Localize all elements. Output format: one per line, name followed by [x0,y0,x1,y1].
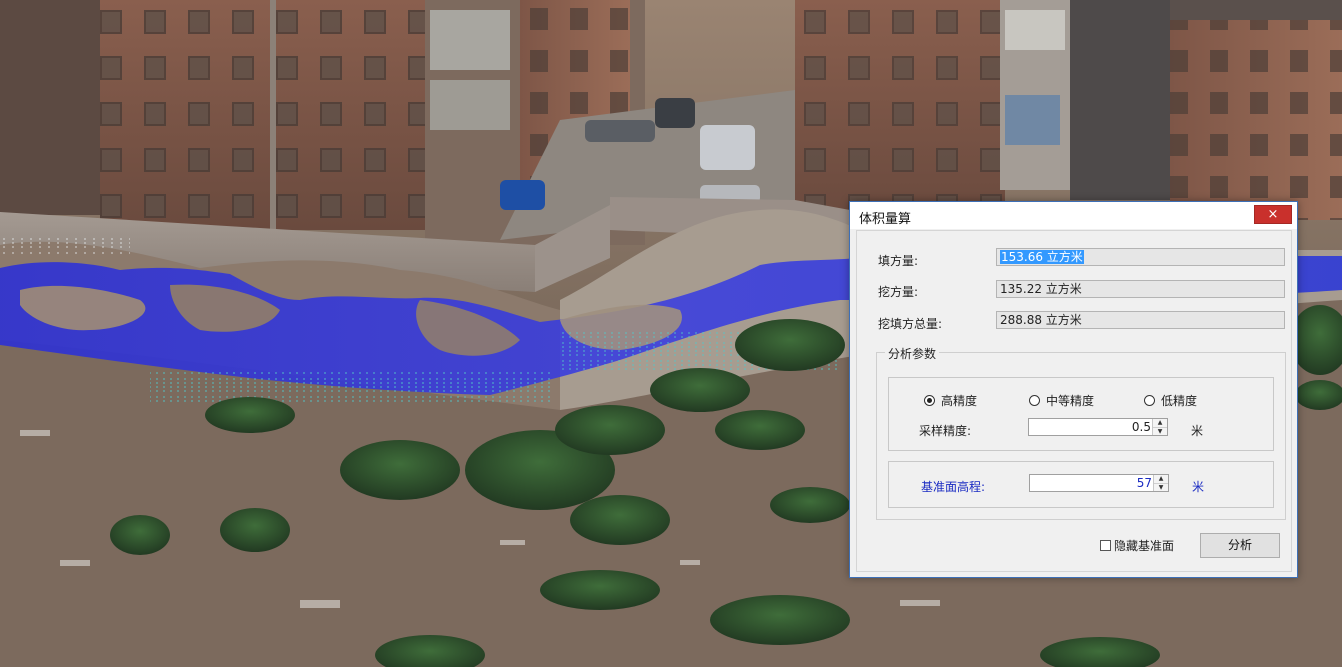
analysis-params-group: 分析参数 高精度 中等精度 低精度 采样精度: 0.5 ▲ ▼ 米 基准面高程:… [876,345,1286,520]
radio-button-icon [1029,395,1040,406]
dialog-content: 填方量: 153.66 立方米 挖方量: 135.22 立方米 挖填方总量: 2… [856,230,1292,572]
datum-panel: 基准面高程: 57 ▲ ▼ 米 [888,461,1274,508]
radio-high-precision[interactable]: 高精度 [924,392,977,409]
precision-panel: 高精度 中等精度 低精度 采样精度: 0.5 ▲ ▼ 米 [888,377,1274,451]
spin-buttons[interactable]: ▲ ▼ [1152,419,1167,435]
volume-calculation-dialog: 体积量算 × 填方量: 153.66 立方米 挖方量: 135.22 立方米 挖… [849,201,1298,578]
analyze-button[interactable]: 分析 [1200,533,1280,558]
checkbox-icon [1100,540,1111,551]
radio-low-precision[interactable]: 低精度 [1144,392,1197,409]
close-icon: × [1267,207,1279,222]
spin-down-icon[interactable]: ▼ [1154,482,1168,491]
analysis-params-caption: 分析参数 [885,345,940,362]
fill-volume-label: 填方量: [878,254,919,268]
spin-up-icon[interactable]: ▲ [1153,419,1167,427]
cut-volume-value: 135.22 立方米 [1000,282,1082,296]
total-volume-value: 288.88 立方米 [1000,313,1082,327]
hide-datum-label: 隐藏基准面 [1114,539,1175,553]
sampling-precision-value: 0.5 [1131,420,1151,434]
building-right [795,0,1342,220]
fill-volume-value: 153.66 立方米 [1000,250,1084,264]
radio-label: 中等精度 [1046,394,1095,408]
spin-buttons[interactable]: ▲ ▼ [1153,475,1168,491]
cut-volume-field[interactable]: 135.22 立方米 [996,280,1285,298]
hide-datum-checkbox[interactable]: 隐藏基准面 [1100,537,1174,554]
datum-elevation-spinbox[interactable]: 57 ▲ ▼ [1029,474,1169,492]
title-bar[interactable]: 体积量算 × [850,202,1297,229]
building-left [0,0,430,230]
datum-unit: 米 [1192,480,1205,494]
close-button[interactable]: × [1254,205,1292,224]
sampling-unit: 米 [1191,424,1204,438]
spin-up-icon[interactable]: ▲ [1154,475,1168,483]
radio-medium-precision[interactable]: 中等精度 [1029,392,1094,409]
total-volume-field[interactable]: 288.88 立方米 [996,311,1285,329]
sampling-precision-spinbox[interactable]: 0.5 ▲ ▼ [1028,418,1168,436]
radio-label: 高精度 [941,394,978,408]
dialog-title: 体积量算 [859,212,912,227]
cut-volume-label: 挖方量: [878,285,919,299]
total-volume-label: 挖填方总量: [878,317,943,331]
radio-button-icon [924,395,935,406]
fill-volume-field[interactable]: 153.66 立方米 [996,248,1285,266]
datum-elevation-value: 57 [1136,476,1152,490]
sampling-precision-label: 采样精度: [919,424,972,438]
radio-button-icon [1144,395,1155,406]
radio-label: 低精度 [1161,394,1198,408]
datum-elevation-label: 基准面高程: [921,480,986,494]
spin-down-icon[interactable]: ▼ [1153,426,1167,435]
